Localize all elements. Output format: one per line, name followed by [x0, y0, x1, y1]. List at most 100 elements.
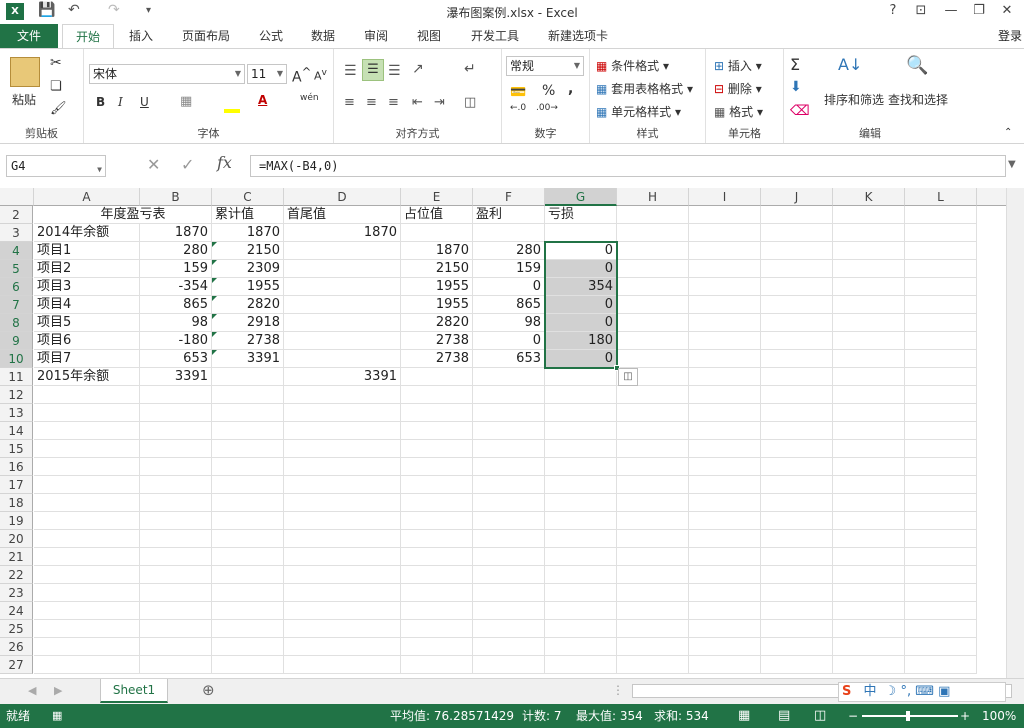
cell-j20[interactable]: [761, 530, 833, 548]
row-header-8[interactable]: 8: [0, 314, 33, 332]
cell-f9[interactable]: 0: [473, 332, 545, 350]
cell-k22[interactable]: [833, 566, 905, 584]
cell-f23[interactable]: [473, 584, 545, 602]
cell-b9[interactable]: -180: [140, 332, 212, 350]
column-header-j[interactable]: J: [761, 188, 833, 206]
cell-h3[interactable]: [617, 224, 689, 242]
cell-c13[interactable]: [212, 404, 284, 422]
cell-h16[interactable]: [617, 458, 689, 476]
cell-h7[interactable]: [617, 296, 689, 314]
cell-l8[interactable]: [905, 314, 977, 332]
paste-button[interactable]: 粘贴: [12, 91, 36, 108]
cell-h14[interactable]: [617, 422, 689, 440]
cell-e2[interactable]: 占位值: [401, 206, 473, 224]
cell-j21[interactable]: [761, 548, 833, 566]
cell-j14[interactable]: [761, 422, 833, 440]
cell-l6[interactable]: [905, 278, 977, 296]
cell-i2[interactable]: [689, 206, 761, 224]
cell-i4[interactable]: [689, 242, 761, 260]
zoom-slider-thumb[interactable]: [906, 711, 910, 721]
cell-d3[interactable]: 1870: [284, 224, 401, 242]
cell-k17[interactable]: [833, 476, 905, 494]
phonetic-icon[interactable]: wén: [300, 93, 319, 103]
cell-k4[interactable]: [833, 242, 905, 260]
cell-l10[interactable]: [905, 350, 977, 368]
cell-j15[interactable]: [761, 440, 833, 458]
sign-in-link[interactable]: 登录: [998, 24, 1022, 48]
cell-b24[interactable]: [140, 602, 212, 620]
cell-k12[interactable]: [833, 386, 905, 404]
cell-g7[interactable]: 0: [545, 296, 617, 314]
tab-data[interactable]: 数据: [302, 24, 344, 48]
row-header-22[interactable]: 22: [0, 566, 33, 584]
cell-a18[interactable]: [34, 494, 140, 512]
cell-i10[interactable]: [689, 350, 761, 368]
cell-l21[interactable]: [905, 548, 977, 566]
cell-j4[interactable]: [761, 242, 833, 260]
cell-j12[interactable]: [761, 386, 833, 404]
cell-e12[interactable]: [401, 386, 473, 404]
cell-d26[interactable]: [284, 638, 401, 656]
cell-k2[interactable]: [833, 206, 905, 224]
row-header-4[interactable]: 4: [0, 242, 33, 260]
column-header-h[interactable]: H: [617, 188, 689, 206]
cell-g15[interactable]: [545, 440, 617, 458]
cell-f4[interactable]: 280: [473, 242, 545, 260]
conditional-formatting-button[interactable]: ▦ 条件格式 ▾: [596, 57, 669, 74]
cell-a11[interactable]: 2015年余额: [34, 368, 140, 386]
cell-f24[interactable]: [473, 602, 545, 620]
cell-g19[interactable]: [545, 512, 617, 530]
cell-d18[interactable]: [284, 494, 401, 512]
cell-f25[interactable]: [473, 620, 545, 638]
cell-d19[interactable]: [284, 512, 401, 530]
cell-k5[interactable]: [833, 260, 905, 278]
row-header-16[interactable]: 16: [0, 458, 33, 476]
cell-e14[interactable]: [401, 422, 473, 440]
cell-h27[interactable]: [617, 656, 689, 674]
cell-a26[interactable]: [34, 638, 140, 656]
tab-insert[interactable]: 插入: [118, 24, 164, 48]
page-break-view-icon[interactable]: ◫: [814, 704, 826, 728]
cell-c5[interactable]: 2309: [212, 260, 284, 278]
cell-a8[interactable]: 项目5: [34, 314, 140, 332]
row-header-26[interactable]: 26: [0, 638, 33, 656]
cell-c4[interactable]: 2150: [212, 242, 284, 260]
row-header-9[interactable]: 9: [0, 332, 33, 350]
cell-j2[interactable]: [761, 206, 833, 224]
cell-l20[interactable]: [905, 530, 977, 548]
cell-a6[interactable]: 项目3: [34, 278, 140, 296]
binoculars-icon[interactable]: 🔍: [906, 55, 928, 76]
cell-l4[interactable]: [905, 242, 977, 260]
increase-decimal-icon[interactable]: ←.0: [510, 103, 526, 113]
cell-a17[interactable]: [34, 476, 140, 494]
prev-sheet-icon[interactable]: ◀: [28, 684, 36, 697]
cell-b17[interactable]: [140, 476, 212, 494]
column-header-k[interactable]: K: [833, 188, 905, 206]
cell-h19[interactable]: [617, 512, 689, 530]
autosum-icon[interactable]: Σ: [790, 55, 800, 74]
cell-e23[interactable]: [401, 584, 473, 602]
font-size-select[interactable]: 11 ▼: [247, 64, 287, 84]
cell-h10[interactable]: [617, 350, 689, 368]
cell-k13[interactable]: [833, 404, 905, 422]
cell-g21[interactable]: [545, 548, 617, 566]
cell-c9[interactable]: 2738: [212, 332, 284, 350]
cell-i12[interactable]: [689, 386, 761, 404]
row-header-20[interactable]: 20: [0, 530, 33, 548]
cell-d16[interactable]: [284, 458, 401, 476]
comma-button[interactable]: ,: [568, 81, 573, 97]
row-header-15[interactable]: 15: [0, 440, 33, 458]
cell-k21[interactable]: [833, 548, 905, 566]
cell-g9[interactable]: 180: [545, 332, 617, 350]
cell-g23[interactable]: [545, 584, 617, 602]
cell-k18[interactable]: [833, 494, 905, 512]
cell-f11[interactable]: [473, 368, 545, 386]
cell-j6[interactable]: [761, 278, 833, 296]
next-sheet-icon[interactable]: ▶: [54, 684, 62, 697]
expand-formula-icon[interactable]: ▼: [1008, 159, 1016, 170]
paste-icon[interactable]: [10, 57, 40, 87]
cell-c17[interactable]: [212, 476, 284, 494]
cell-d4[interactable]: [284, 242, 401, 260]
cell-f12[interactable]: [473, 386, 545, 404]
cell-l17[interactable]: [905, 476, 977, 494]
